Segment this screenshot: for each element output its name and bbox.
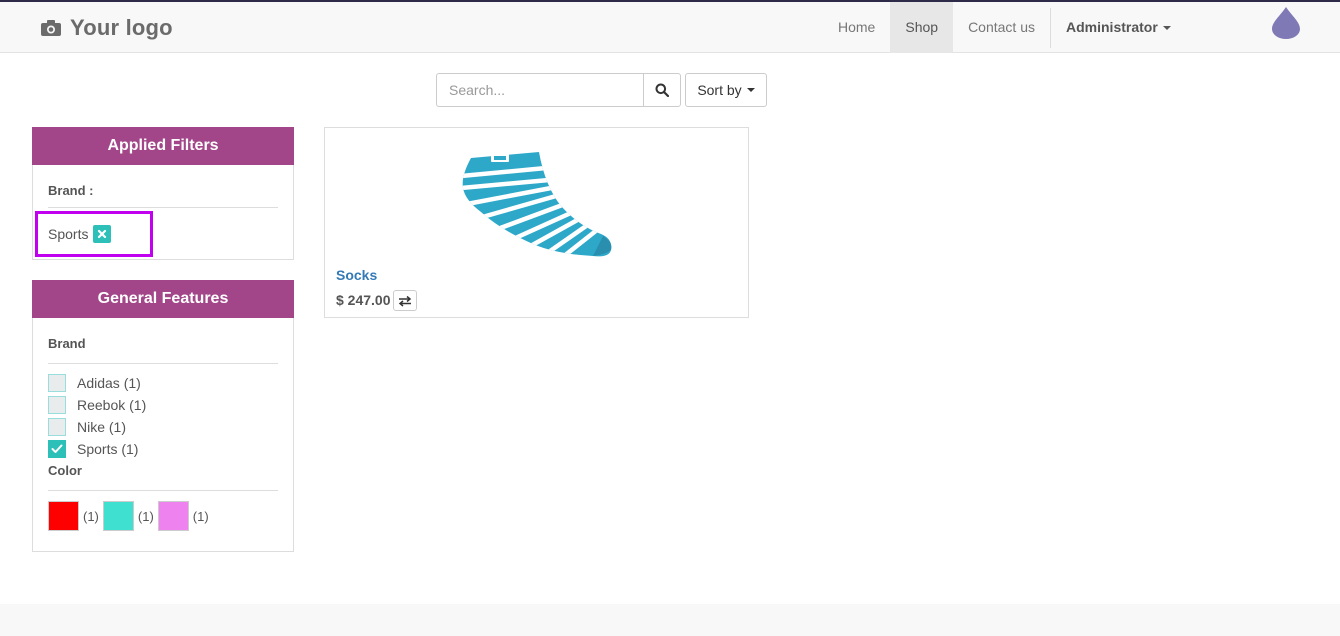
user-name: Administrator (1066, 19, 1158, 35)
color-label: Color (48, 463, 82, 478)
brand-option-label: Reebok (1) (77, 397, 147, 413)
applied-filter-tag: Sports (48, 225, 112, 243)
droplet-icon[interactable] (1270, 6, 1302, 40)
exchange-icon (398, 295, 412, 307)
checkbox[interactable] (48, 396, 66, 414)
checkbox-checked[interactable] (48, 440, 66, 458)
navbar: Your logo Home Shop Contact us Administr… (0, 2, 1340, 53)
applied-filter-group-label: Brand : (48, 183, 94, 198)
applied-filters-title: Applied Filters (32, 127, 294, 165)
divider (48, 490, 278, 491)
nav-contact-us[interactable]: Contact us (953, 2, 1050, 53)
brand-label: Brand (48, 336, 86, 351)
applied-filter-tag-label: Sports (48, 226, 89, 242)
search-button[interactable] (643, 73, 681, 107)
color-swatch-turquoise[interactable] (102, 501, 134, 531)
caret-down-icon (746, 88, 755, 92)
search-input[interactable] (436, 73, 643, 107)
brand-option-label: Sports (1) (77, 441, 139, 457)
checkmark-icon (51, 444, 63, 453)
search-bar (436, 73, 681, 107)
logo-text: Your logo (70, 15, 173, 40)
nav-home[interactable]: Home (823, 2, 890, 53)
checkbox[interactable] (48, 418, 66, 436)
brand-option-label: Nike (1) (77, 419, 127, 435)
nav-shop[interactable]: Shop (890, 2, 954, 53)
brand-option-sports[interactable]: Sports (1) (48, 440, 138, 458)
color-count: (1) (83, 508, 99, 524)
product-price: $ 247.00 (336, 292, 391, 308)
remove-filter-button[interactable] (93, 225, 112, 243)
search-icon (655, 83, 669, 97)
caret-down-icon (1162, 26, 1171, 31)
color-swatch-red[interactable] (48, 501, 79, 531)
product-card[interactable]: Socks $ 247.00 (324, 127, 749, 318)
main-nav: Home Shop Contact us Administrator (823, 2, 1186, 53)
color-count: (1) (192, 508, 209, 524)
sort-by-label: Sort by (697, 82, 742, 98)
color-swatches: (1) (1) (1) (48, 501, 213, 531)
logo[interactable]: Your logo (40, 10, 180, 46)
color-count: (1) (137, 508, 154, 524)
general-features-title: General Features (32, 280, 294, 318)
divider (48, 363, 278, 364)
checkbox[interactable] (48, 374, 66, 392)
brand-option-reebok[interactable]: Reebok (1) (48, 396, 146, 414)
product-name[interactable]: Socks (336, 267, 377, 283)
brand-option-nike[interactable]: Nike (1) (48, 418, 126, 436)
close-icon (98, 229, 107, 239)
footer (0, 604, 1340, 636)
general-features-panel: General Features Brand Adidas (1) Reebok… (32, 280, 294, 552)
product-image-socks[interactable] (461, 146, 616, 258)
user-menu[interactable]: Administrator (1051, 2, 1186, 53)
divider (48, 207, 278, 208)
color-swatch-violet[interactable] (157, 501, 189, 531)
brand-option-label: Adidas (1) (77, 375, 141, 391)
camera-icon (41, 20, 61, 36)
brand-option-adidas[interactable]: Adidas (1) (48, 374, 141, 392)
compare-button[interactable] (393, 290, 417, 311)
sort-by-button[interactable]: Sort by (685, 73, 767, 107)
